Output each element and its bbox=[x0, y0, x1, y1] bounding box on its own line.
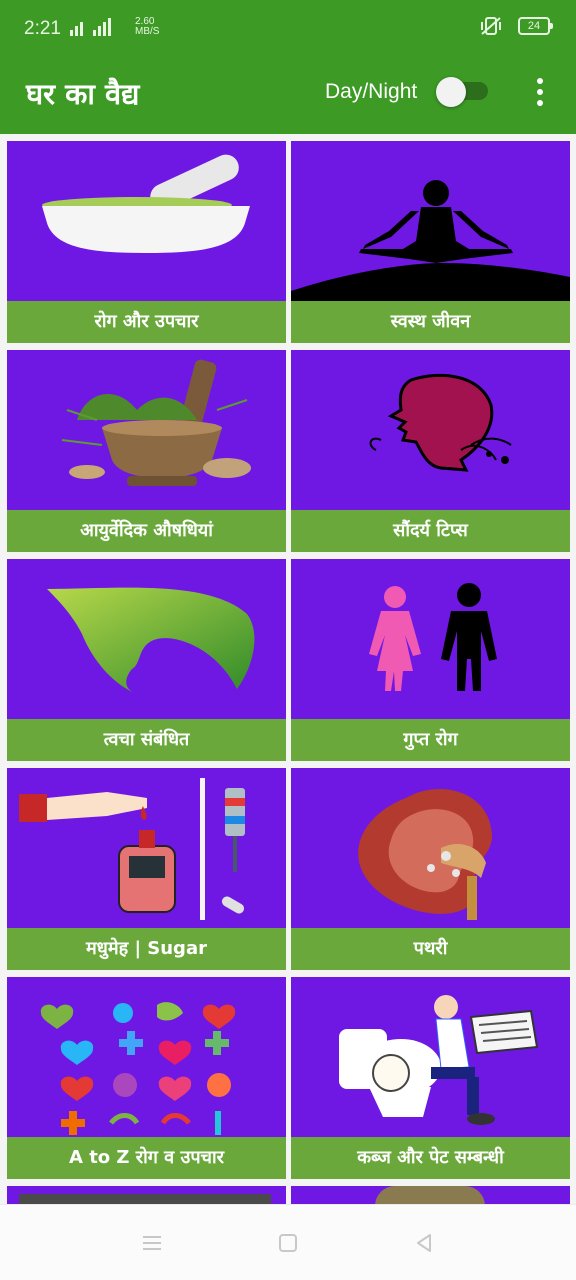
glucometer-icon bbox=[19, 778, 245, 920]
tile-label: कब्ज और पेट सम्बन्धी bbox=[357, 1147, 504, 1168]
woman-face-icon bbox=[369, 373, 512, 472]
tile-a-to-z[interactable]: A to Z रोग व उपचार bbox=[7, 977, 286, 1179]
man-woman-icon bbox=[369, 583, 497, 691]
tile-label: गुप्त रोग bbox=[403, 729, 458, 750]
tile-pathri[interactable]: पथरी bbox=[291, 768, 570, 970]
status-time: 2:21 bbox=[24, 18, 61, 39]
tile-partial-left[interactable] bbox=[7, 1186, 286, 1204]
tile-madhumeh[interactable]: मधुमेह | Sugar bbox=[7, 768, 286, 970]
app-title: घर का वैद्य bbox=[26, 77, 140, 111]
signal-icon bbox=[70, 18, 111, 36]
tile-saundarya[interactable]: सौंदर्य टिप्स bbox=[291, 350, 570, 552]
tile-rog-upchar[interactable]: रोग और उपचार bbox=[7, 141, 286, 343]
system-nav-bar bbox=[0, 1204, 576, 1280]
overflow-menu-icon[interactable] bbox=[530, 76, 550, 108]
tile-label: पथरी bbox=[413, 938, 448, 959]
vibrate-icon bbox=[481, 17, 501, 35]
toilet-reading-icon bbox=[339, 995, 539, 1125]
day-night-toggle[interactable] bbox=[436, 77, 488, 107]
mortar-pestle-icon bbox=[42, 154, 250, 253]
menu-icon[interactable] bbox=[140, 1231, 164, 1255]
home-icon[interactable] bbox=[276, 1231, 300, 1255]
back-icon[interactable] bbox=[412, 1231, 436, 1255]
toggle-knob bbox=[436, 77, 466, 107]
tile-label: रोग और उपचार bbox=[94, 311, 199, 332]
tile-kabj[interactable]: कब्ज और पेट सम्बन्धी bbox=[291, 977, 570, 1179]
app-bar: घर का वैद्य Day/Night bbox=[0, 60, 576, 134]
tile-image-partial bbox=[19, 1194, 271, 1204]
tile-swasth-jeevan[interactable]: स्वस्थ जीवन bbox=[291, 141, 570, 343]
day-night-label: Day/Night bbox=[325, 80, 418, 103]
tile-ayurvedic[interactable]: आयुर्वेदिक औषधियां bbox=[7, 350, 286, 552]
yoga-meditation-icon bbox=[291, 180, 570, 301]
tile-label: सौंदर्य टिप्स bbox=[393, 520, 468, 541]
tile-label: त्वचा संबंधित bbox=[103, 729, 190, 750]
tile-label: मधुमेह | Sugar bbox=[86, 938, 207, 959]
kidney-icon bbox=[358, 789, 493, 920]
tile-gupt-rog[interactable]: गुप्त रोग bbox=[291, 559, 570, 761]
network-speed: 2.60 MB/S bbox=[135, 17, 159, 37]
tile-label: आयुर्वेदिक औषधियां bbox=[80, 520, 213, 541]
tile-tvacha[interactable]: त्वचा संबंधित bbox=[7, 559, 286, 761]
speed-unit: MB/S bbox=[135, 26, 160, 37]
health-symbols-icon bbox=[40, 1002, 236, 1135]
battery-level: 24 bbox=[527, 20, 541, 32]
tile-label: A to Z रोग व उपचार bbox=[69, 1147, 224, 1168]
leaf-face-icon bbox=[47, 587, 255, 694]
tile-partial-right[interactable] bbox=[291, 1186, 570, 1204]
tile-image-partial bbox=[375, 1186, 485, 1204]
tile-label: स्वस्थ जीवन bbox=[390, 311, 471, 332]
category-grid: रोग और उपचार स्वस्थ जीवन आयुर्वेदिक औषधि… bbox=[0, 134, 576, 1204]
battery-icon: 24 bbox=[518, 17, 553, 35]
status-bar: 2:21 2.60 MB/S 24 bbox=[0, 0, 576, 60]
herbal-mortar-icon bbox=[61, 359, 251, 486]
